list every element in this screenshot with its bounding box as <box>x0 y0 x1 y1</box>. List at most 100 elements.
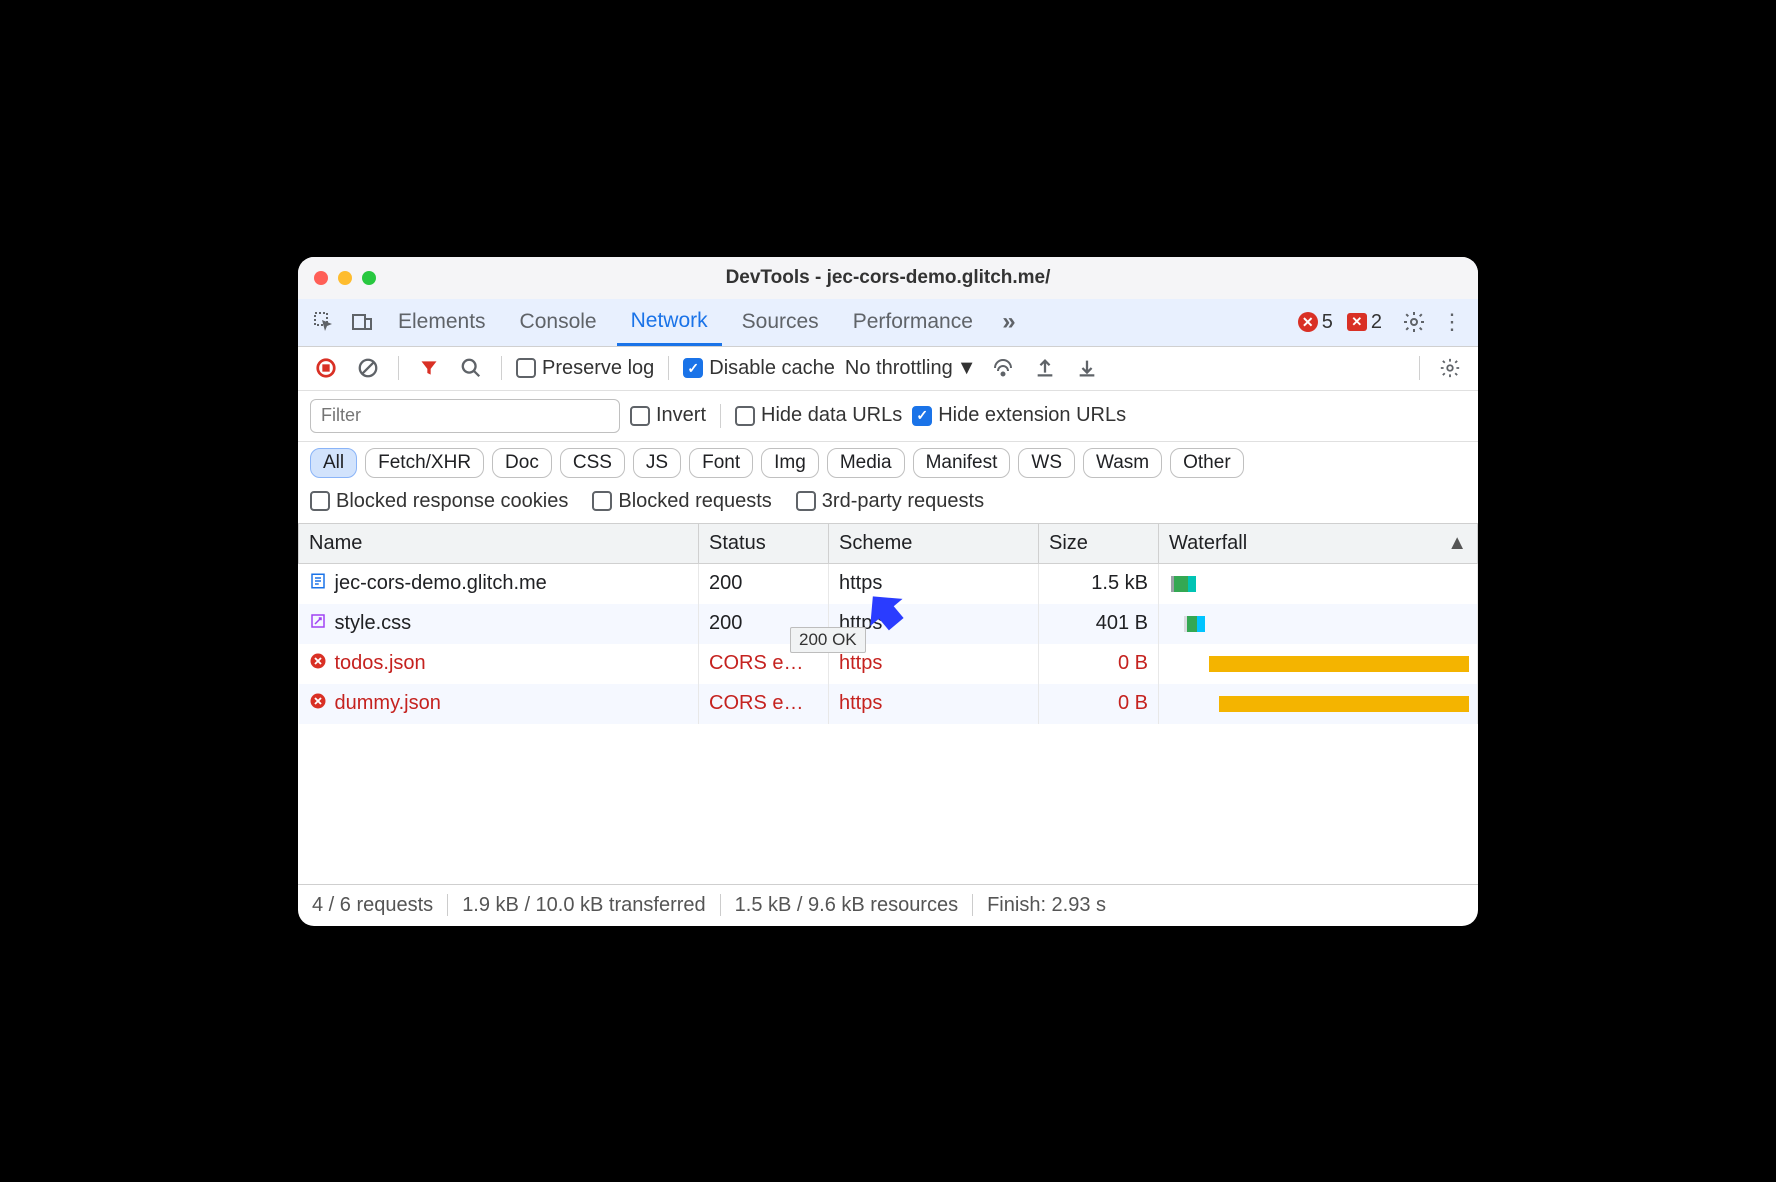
file-icon <box>309 572 327 596</box>
request-scheme: https <box>829 684 1039 724</box>
cursor-arrow-icon <box>858 589 904 635</box>
request-waterfall <box>1159 563 1478 604</box>
request-name: jec-cors-demo.glitch.me <box>335 572 547 595</box>
third-party-requests-checkbox[interactable]: 3rd-party requests <box>796 490 984 513</box>
invert-checkbox[interactable]: Invert <box>630 404 706 427</box>
window-title: DevTools - jec-cors-demo.glitch.me/ <box>726 267 1051 289</box>
request-size: 0 B <box>1039 644 1159 684</box>
request-status: 200 <box>699 563 829 604</box>
type-chip-js[interactable]: JS <box>633 448 681 478</box>
hide-data-urls-checkbox[interactable]: Hide data URLs <box>735 404 902 427</box>
type-chip-ws[interactable]: WS <box>1018 448 1075 478</box>
hide-extension-urls-checkbox[interactable]: Hide extension URLs <box>912 404 1126 427</box>
type-chip-img[interactable]: Img <box>761 448 819 478</box>
filter-input[interactable] <box>310 399 620 433</box>
error-icon <box>309 692 327 716</box>
type-chip-other[interactable]: Other <box>1170 448 1244 478</box>
window-titlebar: DevTools - jec-cors-demo.glitch.me/ <box>298 257 1478 299</box>
request-type-filter: All Fetch/XHR Doc CSS JS Font Img Media Manifest… <box>298 442 1478 484</box>
column-header-size[interactable]: Size <box>1039 524 1159 564</box>
request-row[interactable]: todos.jsonCORS e…https0 B <box>299 644 1478 684</box>
request-size: 1.5 kB <box>1039 563 1159 604</box>
type-chip-doc[interactable]: Doc <box>492 448 552 478</box>
tab-network[interactable]: Network <box>617 298 722 346</box>
tab-elements[interactable]: Elements <box>384 298 500 346</box>
request-status: CORS e… <box>699 684 829 724</box>
clear-button[interactable] <box>352 352 384 384</box>
sort-indicator-icon: ▲ <box>1447 532 1467 555</box>
import-har-icon[interactable] <box>1071 352 1103 384</box>
devtools-window: DevTools - jec-cors-demo.glitch.me/ Elem… <box>298 257 1478 926</box>
filter-funnel-icon[interactable] <box>413 352 445 384</box>
throttling-value: No throttling <box>845 357 953 380</box>
issue-count-badge[interactable]: ✕ 2 <box>1347 311 1382 334</box>
type-chip-font[interactable]: Font <box>689 448 753 478</box>
network-conditions-icon[interactable] <box>987 352 1019 384</box>
request-size: 401 B <box>1039 604 1159 644</box>
type-chip-all[interactable]: All <box>310 448 357 478</box>
blocked-response-cookies-label: Blocked response cookies <box>336 490 568 513</box>
column-header-waterfall[interactable]: Waterfall▲ <box>1159 524 1478 564</box>
tab-sources[interactable]: Sources <box>728 298 833 346</box>
request-row[interactable]: dummy.jsonCORS e…https0 B <box>299 684 1478 724</box>
traffic-lights <box>314 271 376 285</box>
blocked-response-cookies-checkbox[interactable]: Blocked response cookies <box>310 490 568 513</box>
request-name: style.css <box>335 612 412 635</box>
more-tabs-icon[interactable]: » <box>993 306 1025 338</box>
preserve-log-checkbox[interactable]: Preserve log <box>516 357 654 380</box>
type-chip-css[interactable]: CSS <box>560 448 625 478</box>
table-empty-area <box>298 724 1478 884</box>
close-window-button[interactable] <box>314 271 328 285</box>
network-toolbar: Preserve log Disable cache No throttling… <box>298 347 1478 391</box>
type-chip-media[interactable]: Media <box>827 448 905 478</box>
column-header-status[interactable]: Status <box>699 524 829 564</box>
invert-label: Invert <box>656 404 706 427</box>
error-count-badge[interactable]: ✕ 5 <box>1298 311 1333 334</box>
issue-icon: ✕ <box>1347 313 1367 331</box>
third-party-requests-label: 3rd-party requests <box>822 490 984 513</box>
request-name: todos.json <box>335 652 426 675</box>
export-har-icon[interactable] <box>1029 352 1061 384</box>
status-tooltip: 200 OK <box>790 627 866 653</box>
minimize-window-button[interactable] <box>338 271 352 285</box>
file-icon <box>309 612 327 636</box>
status-resources: 1.5 kB / 9.6 kB resources <box>735 894 958 917</box>
filter-bar: Invert Hide data URLs Hide extension URL… <box>298 391 1478 442</box>
record-button[interactable] <box>310 352 342 384</box>
search-icon[interactable] <box>455 352 487 384</box>
type-chip-fetchxhr[interactable]: Fetch/XHR <box>365 448 484 478</box>
error-icon <box>309 652 327 676</box>
network-settings-gear-icon[interactable] <box>1434 352 1466 384</box>
additional-filters: Blocked response cookies Blocked request… <box>298 484 1478 524</box>
error-icon: ✕ <box>1298 312 1318 332</box>
blocked-requests-label: Blocked requests <box>618 490 771 513</box>
blocked-requests-checkbox[interactable]: Blocked requests <box>592 490 771 513</box>
maximize-window-button[interactable] <box>362 271 376 285</box>
device-toolbar-icon[interactable] <box>346 306 378 338</box>
request-name: dummy.json <box>335 692 441 715</box>
status-requests: 4 / 6 requests <box>312 894 433 917</box>
status-transferred: 1.9 kB / 10.0 kB transferred <box>462 894 705 917</box>
preserve-log-label: Preserve log <box>542 357 654 380</box>
error-count: 5 <box>1322 311 1333 334</box>
throttling-select[interactable]: No throttling ▼ <box>845 357 977 380</box>
issue-count: 2 <box>1371 311 1382 334</box>
disable-cache-checkbox[interactable]: Disable cache <box>683 357 835 380</box>
type-chip-wasm[interactable]: Wasm <box>1083 448 1162 478</box>
hide-extension-urls-label: Hide extension URLs <box>938 404 1126 427</box>
devtools-tabstrip: Elements Console Network Sources Perform… <box>298 299 1478 347</box>
column-header-name[interactable]: Name <box>299 524 699 564</box>
chevron-down-icon: ▼ <box>957 357 977 380</box>
inspect-element-icon[interactable] <box>308 306 340 338</box>
status-bar: 4 / 6 requests 1.9 kB / 10.0 kB transfer… <box>298 884 1478 926</box>
request-waterfall <box>1159 644 1478 684</box>
settings-gear-icon[interactable] <box>1398 306 1430 338</box>
disable-cache-label: Disable cache <box>709 357 835 380</box>
tab-performance[interactable]: Performance <box>839 298 987 346</box>
kebab-menu-icon[interactable]: ⋮ <box>1436 306 1468 338</box>
type-chip-manifest[interactable]: Manifest <box>913 448 1011 478</box>
tab-console[interactable]: Console <box>506 298 611 346</box>
column-header-scheme[interactable]: Scheme <box>829 524 1039 564</box>
request-waterfall <box>1159 684 1478 724</box>
hide-data-urls-label: Hide data URLs <box>761 404 902 427</box>
